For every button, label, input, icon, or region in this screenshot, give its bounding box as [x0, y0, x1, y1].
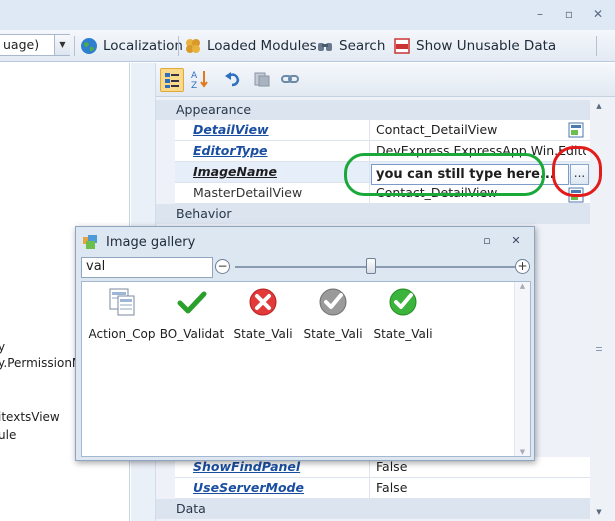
gallery-item[interactable]: State_Vali [228, 286, 298, 341]
sort-az-icon: A Z [191, 71, 208, 91]
undo-button[interactable] [222, 68, 246, 92]
globe-icon [81, 38, 97, 54]
scroll-grip[interactable] [596, 347, 602, 348]
restore-button[interactable]: ▫ [560, 6, 578, 22]
language-dropdown-button[interactable]: ▼ [54, 35, 70, 55]
title-bar [0, 0, 615, 30]
grid-copy-icon [109, 288, 135, 316]
alphabetical-button[interactable]: A Z [189, 68, 213, 92]
loaded-modules-label: Loaded Modules [207, 38, 317, 54]
property-name: ImageName [175, 162, 370, 182]
svg-text:A: A [191, 71, 198, 81]
xml-file-icon [394, 38, 410, 54]
gallery-item-label: State_Vali [373, 327, 433, 341]
toolbar-separator [74, 36, 75, 56]
category-data[interactable]: Data [156, 499, 590, 519]
image-gallery-dialog: Image gallery ▫ ✕ val − + ▲ ▼ Action_Cop [75, 226, 535, 461]
undo-icon [225, 72, 240, 87]
gallery-item[interactable]: State_Vali [368, 286, 438, 341]
category-appearance[interactable]: Appearance [156, 100, 590, 120]
zoom-out-button[interactable]: − [215, 259, 230, 274]
link-button[interactable] [279, 68, 303, 92]
gallery-search-input[interactable]: val [81, 257, 213, 278]
gallery-icon [83, 235, 97, 249]
property-row-useservermode[interactable]: UseServerMode False [175, 478, 590, 499]
categorized-icon [165, 73, 179, 88]
chain-link-icon [281, 75, 299, 83]
category-behavior[interactable]: Behavior [156, 204, 590, 224]
minimize-button[interactable]: – [531, 6, 549, 22]
property-value[interactable]: Contact_DetailView [376, 120, 586, 140]
property-value[interactable]: False [376, 478, 586, 498]
search-label: Search [339, 38, 386, 54]
gallery-item-label: State_Vali [303, 327, 363, 341]
svg-text:Z: Z [191, 81, 197, 90]
categorized-button[interactable] [160, 68, 184, 92]
property-name: DetailView [175, 120, 370, 140]
gallery-item-label: Action_Cop [88, 327, 156, 341]
toolbar-separator [178, 36, 179, 56]
gallery-items-area: ▲ ▼ Action_Cop BO_Validat State_Vali Sta… [81, 281, 531, 457]
tree-node[interactable]: y [0, 340, 5, 354]
gray-check-circle-icon [319, 288, 347, 316]
close-button[interactable]: ✕ [589, 6, 607, 22]
show-unusable-data-label: Show Unusable Data [416, 38, 557, 54]
gallery-item[interactable]: BO_Validat [157, 286, 227, 341]
gallery-item[interactable]: Action_Cop [87, 286, 157, 341]
search-button[interactable]: Search [316, 35, 385, 57]
gallery-scrollbar[interactable]: ▲ ▼ [514, 282, 530, 456]
localization-label: Localization [103, 38, 183, 54]
property-row-detailview[interactable]: DetailView Contact_DetailView [175, 120, 590, 141]
property-name: MasterDetailView [175, 183, 370, 203]
copy-icon [254, 72, 270, 87]
dialog-title-bar: Image gallery [82, 234, 195, 250]
zoom-slider-thumb[interactable] [366, 258, 376, 274]
localization-button[interactable]: Localization [80, 35, 183, 57]
gallery-item[interactable]: State_Vali [298, 286, 368, 341]
dialog-restore-button[interactable]: ▫ [479, 234, 495, 248]
scroll-grip[interactable] [596, 350, 602, 351]
loaded-modules-button[interactable]: Loaded Modules [184, 35, 317, 57]
tree-node[interactable]: ule [0, 428, 16, 442]
green-check-circle-icon [389, 288, 417, 316]
modules-icon [186, 39, 200, 53]
show-unusable-data-button[interactable]: Show Unusable Data [393, 35, 556, 57]
zoom-in-button[interactable]: + [515, 259, 530, 274]
green-highlight-ellipse [344, 153, 545, 196]
gallery-item-label: State_Vali [233, 327, 293, 341]
tree-node[interactable]: y.PermissionM [0, 356, 82, 370]
toolbar-separator [596, 36, 597, 56]
copy-button[interactable] [251, 68, 275, 92]
dialog-close-button[interactable]: ✕ [508, 234, 524, 248]
green-check-icon [177, 291, 207, 314]
dialog-title: Image gallery [106, 234, 196, 250]
tree-node[interactable]: itextsView [0, 410, 60, 424]
gallery-item-label: BO_Validat [159, 327, 225, 341]
scroll-up-icon[interactable]: ▲ [591, 99, 607, 113]
red-highlight-ellipse [552, 146, 602, 197]
binoculars-icon [318, 43, 332, 51]
property-name: UseServerMode [175, 478, 370, 498]
scroll-down-icon[interactable]: ▼ [591, 505, 607, 519]
property-name: EditorType [175, 141, 370, 161]
red-x-circle-icon [249, 288, 277, 316]
view-editor-icon[interactable] [568, 122, 584, 138]
